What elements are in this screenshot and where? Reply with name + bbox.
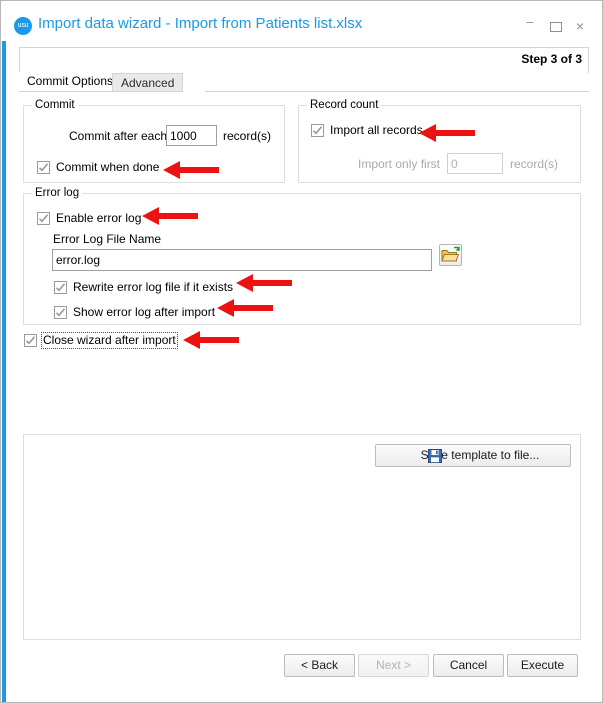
checkmark-icon [38, 214, 49, 223]
commit-after-each-label: Commit after each [69, 129, 168, 143]
checkmark-icon [38, 163, 49, 172]
tab-strip-divider [205, 91, 589, 92]
commit-group-title: Commit [32, 99, 78, 111]
rewrite-error-log-label: Rewrite error log file if it exists [73, 280, 234, 294]
commit-when-done-label: Commit when done [56, 160, 160, 174]
checkbox-box [54, 281, 67, 294]
browse-folder-button[interactable] [439, 244, 462, 266]
commit-after-each-suffix: record(s) [223, 129, 272, 143]
checkmark-icon [312, 126, 323, 135]
execute-button[interactable]: Execute [507, 654, 578, 677]
maximize-button[interactable] [545, 17, 567, 35]
next-button-label: Next > [375, 658, 411, 672]
cancel-button[interactable]: Cancel [433, 654, 504, 677]
tab-advanced-label: Advanced [121, 76, 175, 90]
checkbox-box [54, 306, 67, 319]
error-log-group-title: Error log [32, 187, 83, 199]
back-button[interactable]: < Back [284, 654, 355, 677]
record-count-group: Record count Import all records Import o… [298, 99, 581, 183]
back-button-label: < Back [300, 658, 339, 672]
close-button[interactable]: × [569, 17, 591, 35]
app-logo-icon: usu [14, 17, 32, 35]
annotation-arrow-close-wizard [183, 331, 239, 349]
tab-commit-options[interactable]: Commit Options [19, 72, 123, 92]
next-button[interactable]: Next > [358, 654, 429, 677]
import-data-wizard-window: usu Import data wizard - Import from Pat… [0, 0, 603, 703]
error-log-file-name-input[interactable] [52, 249, 432, 271]
step-header-panel: Step 3 of 3 [19, 47, 589, 73]
save-disk-icon [428, 449, 442, 470]
template-panel: Save template to file... [23, 434, 581, 640]
checkbox-box [24, 334, 37, 347]
show-error-log-label: Show error log after import [73, 305, 216, 319]
tab-strip: Commit Options Advanced [19, 72, 589, 92]
checkmark-icon [55, 283, 66, 292]
folder-open-icon [441, 246, 460, 262]
error-log-group: Error log Enable error log Error Log Fil… [23, 187, 581, 325]
close-icon: × [575, 18, 585, 34]
commit-group: Commit Commit after each record(s) Commi… [23, 99, 285, 183]
close-wizard-label: Close wizard after import [41, 332, 178, 349]
tab-advanced[interactable]: Advanced [112, 73, 184, 92]
checkbox-box [37, 161, 50, 174]
window-title: Import data wizard - Import from Patient… [38, 15, 363, 32]
minimize-button[interactable]: – [519, 14, 541, 35]
save-template-button[interactable]: Save template to file... [375, 444, 571, 467]
accent-strip [2, 41, 6, 702]
import-only-first-label: Import only first [358, 157, 441, 171]
checkmark-icon [25, 336, 36, 345]
checkbox-box [311, 124, 324, 137]
record-count-group-title: Record count [307, 99, 382, 111]
enable-error-log-label: Enable error log [56, 211, 142, 225]
tab-commit-options-label: Commit Options [27, 74, 114, 88]
maximize-icon [550, 22, 562, 32]
step-indicator: Step 3 of 3 [521, 52, 582, 66]
cancel-button-label: Cancel [449, 658, 488, 672]
import-only-first-suffix: record(s) [510, 157, 559, 171]
execute-button-label: Execute [520, 658, 565, 672]
checkbox-box [37, 212, 50, 225]
import-only-first-input[interactable] [447, 153, 503, 174]
import-all-records-label: Import all records [330, 123, 423, 137]
title-bar: usu Import data wizard - Import from Pat… [1, 1, 602, 41]
commit-after-each-input[interactable] [166, 125, 217, 146]
checkmark-icon [55, 308, 66, 317]
minimize-icon: – [526, 14, 534, 29]
error-log-file-name-label: Error Log File Name [53, 232, 162, 246]
